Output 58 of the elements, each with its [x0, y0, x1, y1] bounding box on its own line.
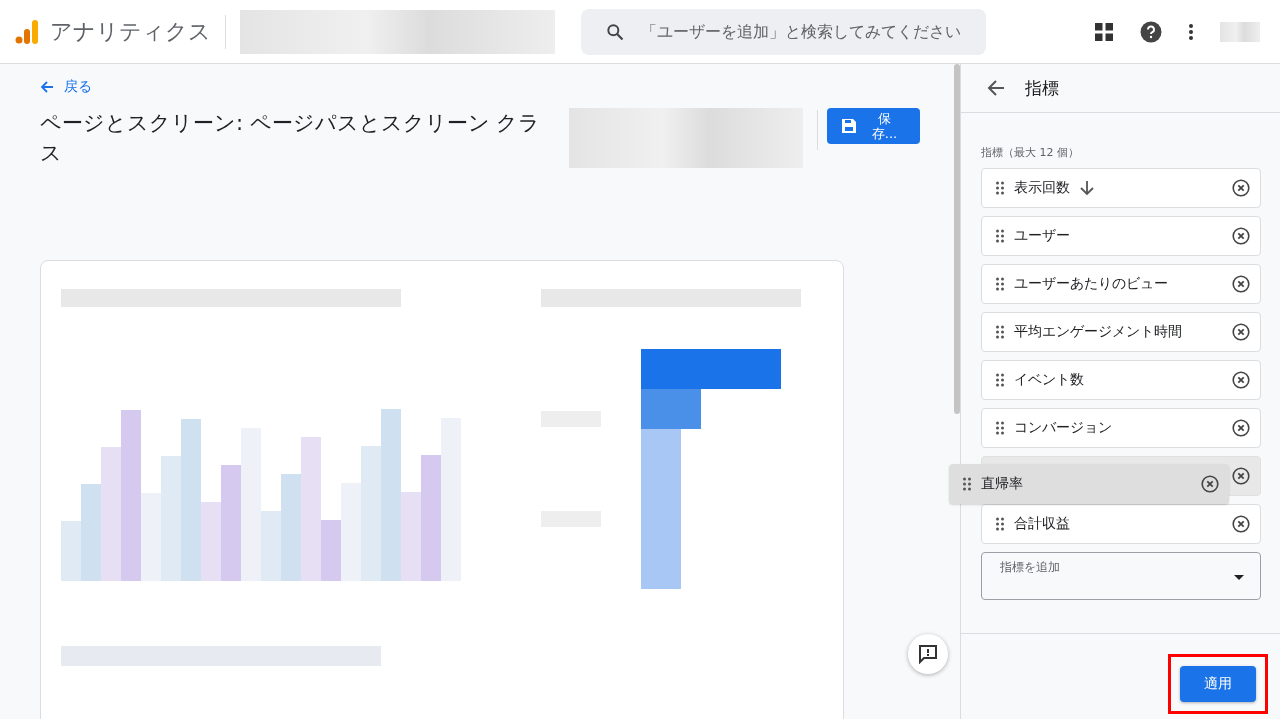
- metric-label: 平均エンゲージメント時間: [1014, 323, 1182, 341]
- panel-title: 指標: [1025, 76, 1059, 100]
- apply-button[interactable]: 適用: [1180, 666, 1256, 702]
- drag-handle-icon[interactable]: [996, 277, 1004, 291]
- dragged-metric-chip[interactable]: 直帰率: [949, 464, 1229, 504]
- feedback-button[interactable]: [908, 634, 948, 674]
- drag-handle-icon[interactable]: [996, 517, 1004, 531]
- metric-chip[interactable]: 平均エンゲージメント時間: [981, 312, 1261, 352]
- bar-chart-logo-icon: [14, 18, 40, 45]
- drag-handle-icon[interactable]: [963, 477, 971, 491]
- metric-chip[interactable]: 表示回数: [981, 168, 1261, 208]
- drag-handle-icon[interactable]: [996, 421, 1004, 435]
- more-menu-icon[interactable]: [1188, 22, 1194, 41]
- metric-chip[interactable]: 合計収益: [981, 504, 1261, 544]
- remove-icon[interactable]: [1232, 515, 1250, 533]
- metric-chip[interactable]: コンバージョン: [981, 408, 1261, 448]
- add-metric-dropdown[interactable]: 指標を追加: [981, 552, 1261, 600]
- apps-grid-icon[interactable]: [1094, 21, 1114, 42]
- add-metric-input[interactable]: 指標を追加: [998, 559, 1226, 575]
- drag-handle-icon[interactable]: [996, 325, 1004, 339]
- back-arrow-icon: [40, 80, 54, 94]
- remove-icon[interactable]: [1232, 371, 1250, 389]
- redacted-block: [1220, 21, 1260, 42]
- remove-icon: [1232, 467, 1250, 485]
- remove-icon[interactable]: [1232, 323, 1250, 341]
- metric-label: 直帰率: [981, 475, 1023, 493]
- search-field[interactable]: 「ユーザーを追加」と検索してみてください: [581, 8, 986, 55]
- metric-label: 合計収益: [1014, 515, 1070, 533]
- drag-handle-icon[interactable]: [996, 373, 1004, 387]
- help-icon[interactable]: [1140, 20, 1162, 43]
- list-label: 指標（最大 12 個）: [981, 145, 1080, 160]
- remove-icon[interactable]: [1232, 179, 1250, 197]
- remove-icon[interactable]: [1232, 275, 1250, 293]
- back-link[interactable]: 戻る: [40, 78, 92, 96]
- metric-label: コンバージョン: [1014, 419, 1112, 437]
- metric-chip[interactable]: ユーザー: [981, 216, 1261, 256]
- metric-label: ユーザー: [1014, 227, 1070, 245]
- remove-icon[interactable]: [1232, 419, 1250, 437]
- remove-icon[interactable]: [1232, 227, 1250, 245]
- scrollbar[interactable]: [954, 64, 960, 414]
- app-name: アナリティクス: [50, 17, 211, 46]
- dropdown-caret-icon: [1234, 575, 1244, 580]
- drag-handle-icon[interactable]: [996, 181, 1004, 195]
- sort-down-arrow-icon[interactable]: [1080, 180, 1094, 196]
- metric-label: イベント数: [1014, 371, 1084, 389]
- feedback-icon: [918, 644, 938, 664]
- metric-label: 表示回数: [1014, 179, 1070, 197]
- drag-handle-icon[interactable]: [996, 229, 1004, 243]
- search-icon: [605, 21, 625, 42]
- remove-icon[interactable]: [1201, 475, 1219, 493]
- page-title: ページとスクリーン: ページパスとスクリーン クラス: [40, 110, 542, 167]
- save-icon: [841, 118, 858, 134]
- metric-label: ユーザーあたりのビュー: [1014, 275, 1168, 293]
- metric-chip[interactable]: イベント数: [981, 360, 1261, 400]
- search-input[interactable]: 「ユーザーを追加」と検索してみてください: [639, 21, 972, 42]
- metric-chip[interactable]: ユーザーあたりのビュー: [981, 264, 1261, 304]
- save-button[interactable]: 保存...: [827, 108, 920, 144]
- back-arrow-icon[interactable]: [987, 79, 1005, 97]
